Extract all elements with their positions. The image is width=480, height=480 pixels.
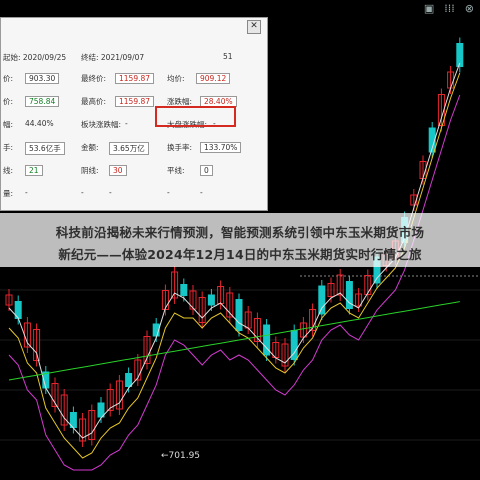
flat-label: 平线: bbox=[167, 166, 185, 175]
high-label: 最高价: bbox=[81, 97, 107, 106]
low-value: 758.84 bbox=[25, 96, 60, 107]
candle-body bbox=[97, 402, 105, 418]
candle-body bbox=[235, 299, 243, 331]
start-date: 起始: 2020/09/25 bbox=[3, 53, 67, 62]
stats-row-dates: 起始: 2020/09/25 终结: 2021/09/07 51 bbox=[1, 52, 267, 72]
stats-row-1: 价: 903.30 最终价: 1159.87 均价: 909.12 bbox=[1, 73, 267, 93]
up-value: 21 bbox=[25, 165, 43, 176]
turnover-label: 换手率: bbox=[167, 143, 193, 152]
vol-value: - bbox=[25, 188, 28, 197]
mid-label: - bbox=[81, 188, 84, 197]
title-banner: 科技前沿揭秘未来行情预测，智能预测系统引领中东玉米期货市场 新纪元——体验202… bbox=[0, 213, 480, 267]
down-label: 阴线: bbox=[81, 166, 99, 175]
stats-row-6: 量: - - - - - bbox=[1, 188, 267, 208]
pin-icon[interactable]: ▣ bbox=[424, 2, 434, 15]
hand-value: 53.6亿手 bbox=[25, 142, 65, 155]
right-label: - bbox=[167, 188, 170, 197]
banner-line-1: 科技前沿揭秘未来行情预测，智能预测系统引领中东玉米期货市场 bbox=[55, 225, 425, 240]
open-value: 903.30 bbox=[25, 73, 60, 84]
vol-label: 量: bbox=[3, 189, 14, 198]
flat-value: 0 bbox=[200, 165, 213, 176]
high-value: 1159.87 bbox=[115, 96, 155, 107]
avg-value: 909.12 bbox=[196, 73, 231, 84]
change-pct-highlight bbox=[155, 106, 236, 127]
close-value: 1159.87 bbox=[115, 73, 155, 84]
period-count: 51 bbox=[223, 52, 233, 61]
stats-row-5: 线: 21 阴线: 30 平线: 0 bbox=[1, 165, 267, 185]
close-icon[interactable]: ⊗ bbox=[465, 2, 474, 15]
end-date: 终结: 2021/09/07 bbox=[81, 53, 145, 62]
low-price-marker: ←701.95 bbox=[161, 451, 201, 461]
down-value: 30 bbox=[109, 165, 127, 176]
open-label: 价: bbox=[3, 74, 14, 83]
amp-label: 幅: bbox=[3, 120, 14, 129]
window-controls: ▣ ⁞⁞⁞ ⊗ bbox=[418, 0, 480, 16]
amount-value: 3.65万亿 bbox=[109, 142, 149, 155]
candle-body bbox=[125, 373, 133, 387]
candle-body bbox=[180, 284, 188, 296]
mid-value: - bbox=[109, 188, 112, 197]
sector-value: - bbox=[125, 119, 128, 128]
stats-row-4: 手: 53.6亿手 金额: 3.65万亿 换手率: 133.70% bbox=[1, 142, 267, 162]
close-label: 最终价: bbox=[81, 74, 107, 83]
interval-stats-panel: ✕ 起始: 2020/09/25 终结: 2021/09/07 51 价: 90… bbox=[0, 17, 268, 211]
sector-label: 板块涨跌幅: bbox=[81, 120, 122, 129]
candle-body bbox=[318, 285, 326, 315]
panel-close-button[interactable]: ✕ bbox=[247, 20, 261, 34]
hand-label: 手: bbox=[3, 143, 14, 152]
amount-label: 金额: bbox=[81, 143, 99, 152]
low-label: 价: bbox=[3, 97, 14, 106]
ma-line-green bbox=[8, 301, 460, 381]
banner-line-2: 新纪元——体验2024年12月14日的中东玉米期货实时行情之旅 bbox=[58, 247, 422, 262]
menu-icon[interactable]: ⁞⁞⁞ bbox=[444, 2, 455, 15]
amp-value: 44.40% bbox=[25, 119, 54, 128]
candle-body bbox=[207, 294, 215, 306]
turnover-value: 133.70% bbox=[200, 142, 242, 153]
avg-label: 均价: bbox=[167, 74, 185, 83]
up-label: 线: bbox=[3, 166, 14, 175]
right-value: - bbox=[200, 188, 203, 197]
